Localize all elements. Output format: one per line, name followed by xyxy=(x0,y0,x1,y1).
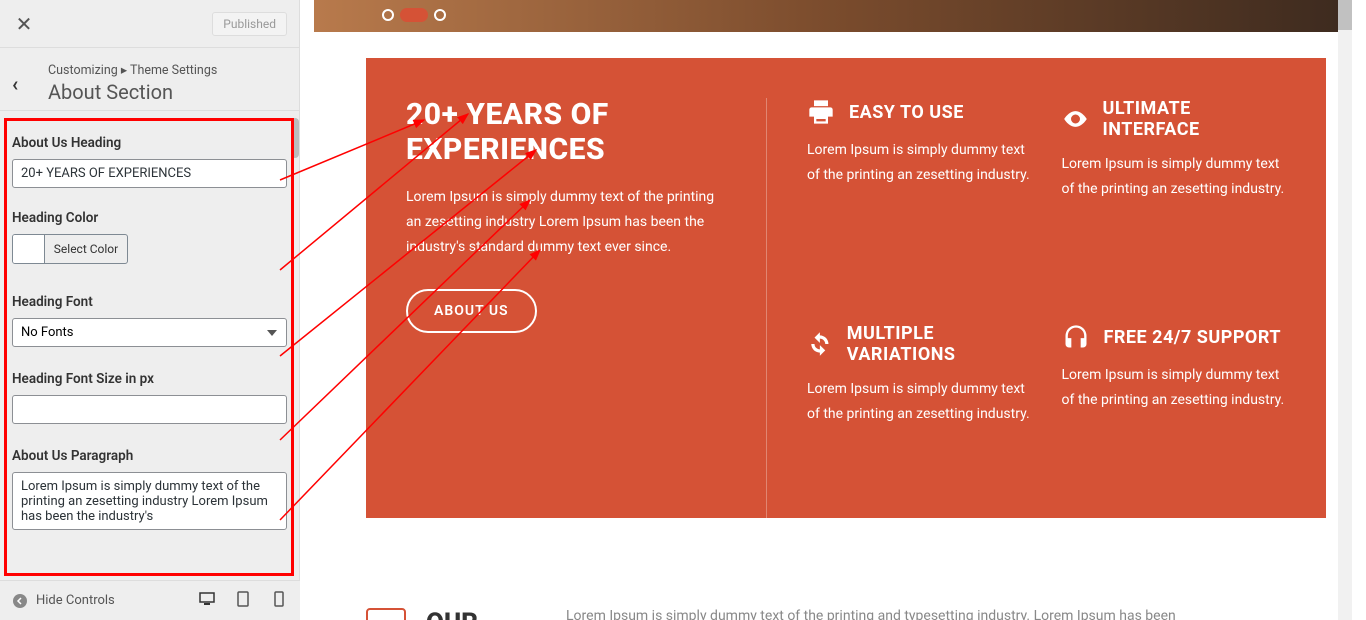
hide-controls-button[interactable]: Hide Controls xyxy=(12,593,115,609)
color-picker[interactable]: Select Color xyxy=(12,234,128,264)
form-area: About Us Heading Heading Color Select Co… xyxy=(0,111,299,562)
preview-pane: 20+ YEARS OF EXPERIENCES Lorem Ipsum is … xyxy=(300,0,1352,620)
heading-font-label: Heading Font xyxy=(12,294,287,310)
about-paragraph: Lorem Ipsum is simply dummy text of the … xyxy=(406,185,726,261)
publish-button[interactable]: Published xyxy=(212,12,287,36)
heading-font-select[interactable]: No Fonts xyxy=(12,318,287,347)
back-icon[interactable]: ‹ xyxy=(12,70,40,98)
refresh-icon xyxy=(807,330,833,358)
about-us-button[interactable]: ABOUT US xyxy=(406,289,537,333)
preview-scrollbar-thumb[interactable] xyxy=(1338,0,1352,30)
tablet-icon[interactable] xyxy=(234,590,252,612)
chevron-left-circle-icon xyxy=(12,593,28,609)
preview-scrollbar-track[interactable] xyxy=(1338,0,1352,620)
breadcrumb: Customizing ▸ Theme Settings xyxy=(48,62,217,78)
heading-color-label: Heading Color xyxy=(12,210,287,226)
font-size-input[interactable] xyxy=(12,395,287,424)
eye-icon xyxy=(1062,105,1089,133)
heading-label: About Us Heading xyxy=(12,135,287,151)
sidebar-scrollbar[interactable] xyxy=(291,118,299,158)
close-icon[interactable]: ✕ xyxy=(12,12,36,36)
about-section: 20+ YEARS OF EXPERIENCES Lorem Ipsum is … xyxy=(366,58,1326,518)
slider-dots[interactable] xyxy=(382,8,446,22)
desktop-icon[interactable] xyxy=(198,590,216,612)
heading-input[interactable] xyxy=(12,159,287,188)
feature-easy-to-use: EASY TO USE Lorem Ipsum is simply dummy … xyxy=(807,98,1032,293)
paragraph-input[interactable] xyxy=(12,472,287,530)
dot-active[interactable] xyxy=(400,8,428,22)
printer-icon xyxy=(807,98,835,126)
mobile-icon[interactable] xyxy=(270,590,288,612)
feature-multiple-variations: MULTIPLE VARIATIONS Lorem Ipsum is simpl… xyxy=(807,323,1032,518)
paragraph-label: About Us Paragraph xyxy=(12,448,287,464)
our-title: OUR xyxy=(426,608,546,620)
dot-3[interactable] xyxy=(434,9,446,21)
feature-ultimate-interface: ULTIMATE INTERFACE Lorem Ipsum is simply… xyxy=(1062,98,1287,293)
hero-banner xyxy=(314,0,1338,32)
our-section: ≡ OUR Lorem Ipsum is simply dummy text o… xyxy=(366,548,1326,620)
feature-free-support: FREE 24/7 SUPPORT Lorem Ipsum is simply … xyxy=(1062,323,1287,518)
headphones-icon xyxy=(1062,323,1090,351)
color-swatch xyxy=(13,235,45,263)
about-heading: 20+ YEARS OF EXPERIENCES xyxy=(406,98,726,167)
font-size-label: Heading Font Size in px xyxy=(12,371,287,387)
select-color-button[interactable]: Select Color xyxy=(45,235,127,263)
panel-title: About Section xyxy=(48,80,217,104)
customizer-sidebar: ✕ Published ‹ Customizing ▸ Theme Settin… xyxy=(0,0,300,620)
dot-1[interactable] xyxy=(382,9,394,21)
our-icon: ≡ xyxy=(366,608,406,620)
our-text: Lorem Ipsum is simply dummy text of the … xyxy=(566,608,1176,620)
